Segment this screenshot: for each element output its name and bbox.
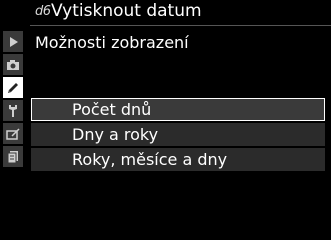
page-title: Vytisknout datum [51, 1, 202, 21]
tab-playback[interactable] [3, 31, 23, 52]
camera-menu-screen: d6 Vytisknout datum Možnosti zobrazení P… [0, 0, 331, 221]
option-roky-mesice-a-dny[interactable]: Roky, měsíce a dny [31, 148, 325, 171]
wrench-icon [7, 104, 19, 118]
option-label: Počet dnů [72, 100, 152, 119]
retouch-icon [6, 127, 20, 140]
tab-shooting[interactable] [3, 54, 23, 75]
pencil-icon [6, 81, 20, 95]
menu-code: d6 [35, 4, 51, 19]
submenu-title: Možnosti zobrazení [35, 33, 189, 52]
option-pocet-dnu[interactable]: Počet dnů [31, 98, 325, 121]
option-label: Roky, měsíce a dny [72, 150, 228, 169]
menu-sidebar [0, 27, 25, 221]
options-list: Počet dnů Dny a roky Roky, měsíce a dny [31, 98, 325, 173]
my-menu-icon [7, 150, 19, 164]
tab-retouch[interactable] [3, 123, 23, 144]
camera-icon [6, 59, 20, 71]
play-icon [7, 36, 19, 48]
header-divider [30, 25, 331, 26]
tab-my-menu[interactable] [3, 146, 23, 167]
option-dny-a-roky[interactable]: Dny a roky [31, 123, 325, 146]
tab-setup[interactable] [3, 100, 23, 121]
option-label: Dny a roky [72, 125, 159, 144]
tab-custom-settings[interactable] [3, 77, 23, 98]
